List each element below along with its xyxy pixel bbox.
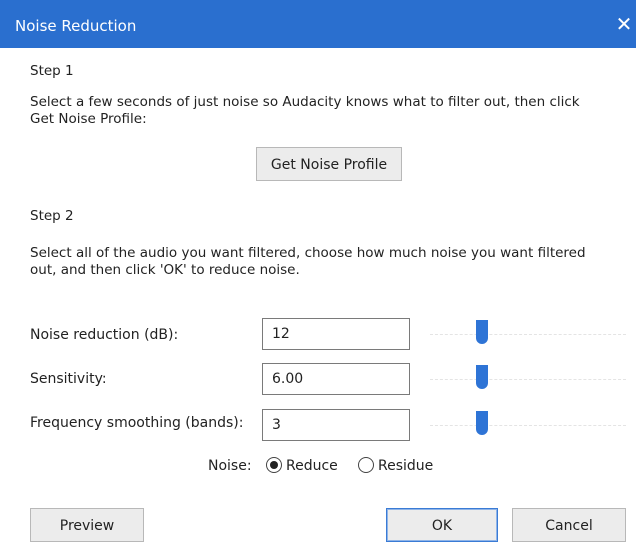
cancel-button[interactable]: Cancel <box>512 508 626 542</box>
residue-radio[interactable] <box>358 457 374 473</box>
frequency-smoothing-input[interactable] <box>262 409 410 441</box>
ok-button[interactable]: OK <box>386 508 498 542</box>
reduce-radio-label[interactable]: Reduce <box>286 458 338 474</box>
radio-selected-dot <box>270 461 278 469</box>
noise-reduction-slider-track[interactable] <box>430 334 626 338</box>
frequency-smoothing-slider-track[interactable] <box>430 425 626 429</box>
get-noise-profile-label: Get Noise Profile <box>270 157 388 173</box>
sensitivity-input[interactable] <box>262 363 410 395</box>
title-bar: Noise Reduction ✕ <box>0 0 636 48</box>
dialog-title: Noise Reduction <box>15 17 137 35</box>
noise-label: Noise: <box>208 458 252 474</box>
sensitivity-slider-track[interactable] <box>430 379 626 383</box>
step1-instructions: Select a few seconds of just noise so Au… <box>30 94 580 127</box>
frequency-smoothing-label: Frequency smoothing (bands): <box>30 415 244 431</box>
step2-instructions: Select all of the audio you want filtere… <box>30 245 586 278</box>
noise-reduction-label: Noise reduction (dB): <box>30 327 179 343</box>
noise-reduction-slider-thumb[interactable] <box>476 320 488 344</box>
preview-button[interactable]: Preview <box>30 508 144 542</box>
noise-reduction-input[interactable] <box>262 318 410 350</box>
sensitivity-label: Sensitivity: <box>30 371 107 387</box>
get-noise-profile-button[interactable]: Get Noise Profile <box>256 147 402 181</box>
reduce-radio[interactable] <box>266 457 282 473</box>
sensitivity-slider-thumb[interactable] <box>476 365 488 389</box>
residue-radio-label[interactable]: Residue <box>378 458 433 474</box>
frequency-smoothing-slider-thumb[interactable] <box>476 411 488 435</box>
step1-heading: Step 1 <box>30 63 74 79</box>
close-icon[interactable]: ✕ <box>612 10 636 38</box>
step2-heading: Step 2 <box>30 208 74 224</box>
